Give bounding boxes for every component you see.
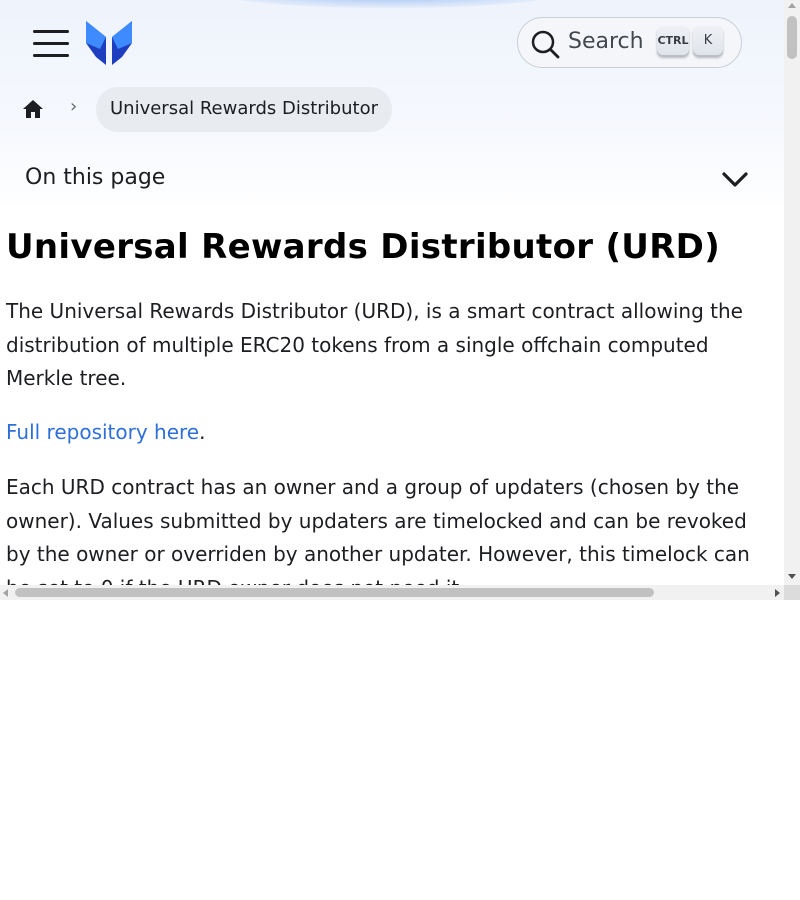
vertical-scrollbar[interactable]	[784, 0, 800, 585]
home-icon[interactable]	[21, 97, 45, 121]
repository-link[interactable]: Full repository here	[6, 420, 199, 444]
scroll-right-arrow-icon[interactable]	[775, 589, 780, 597]
hamburger-menu-icon[interactable]	[32, 27, 70, 59]
chevron-down-icon	[722, 172, 748, 187]
browser-viewport: Search CTRL K › Universal Rewards Distri…	[0, 0, 800, 600]
butterfly-logo-icon[interactable]	[84, 19, 134, 67]
horizontal-scrollbar[interactable]	[0, 585, 784, 600]
intro-paragraph: The Universal Rewards Distributor (URD),…	[6, 299, 743, 390]
horizontal-scroll-thumb[interactable]	[15, 588, 654, 597]
search-icon	[531, 30, 560, 59]
repository-paragraph: Full repository here.	[6, 416, 776, 450]
toc-toggle[interactable]: On this page	[0, 150, 770, 210]
article: Universal Rewards Distributor (URD) The …	[6, 222, 776, 585]
page-content: Search CTRL K › Universal Rewards Distri…	[0, 0, 784, 585]
breadcrumb-separator: ›	[70, 96, 78, 117]
breadcrumb: › Universal Rewards Distributor	[0, 86, 784, 134]
urd-owner-paragraph: Each URD contract has an owner and a gro…	[6, 475, 750, 585]
breadcrumb-current: Universal Rewards Distributor	[96, 87, 392, 132]
kbd-k: K	[693, 27, 723, 57]
search-label: Search	[568, 29, 644, 54]
navbar: Search CTRL K	[0, 0, 784, 86]
vertical-scroll-thumb[interactable]	[787, 16, 797, 59]
scroll-down-arrow-icon[interactable]	[788, 574, 796, 579]
scroll-left-arrow-icon[interactable]	[3, 589, 8, 597]
search-button[interactable]: Search CTRL K	[517, 17, 742, 68]
page-title: Universal Rewards Distributor (URD)	[6, 227, 721, 267]
scrollbar-corner	[784, 585, 800, 600]
scroll-up-arrow-icon[interactable]	[788, 3, 796, 8]
kbd-ctrl: CTRL	[657, 27, 689, 57]
toc-label: On this page	[25, 165, 166, 190]
link-suffix: .	[199, 420, 206, 444]
